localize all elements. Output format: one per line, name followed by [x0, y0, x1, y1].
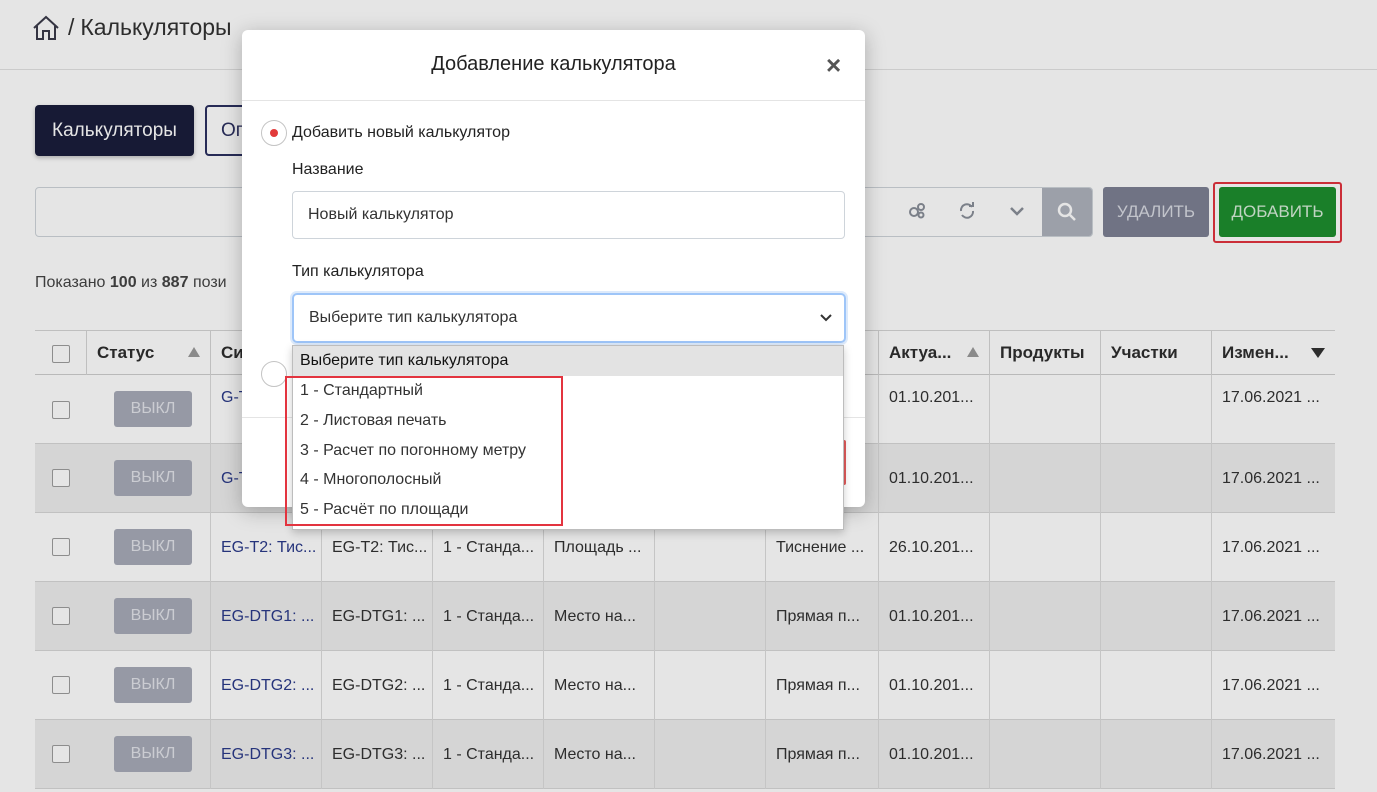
chevron-down-icon [820, 314, 832, 322]
radio-selected-dot [270, 129, 278, 137]
name-input[interactable]: Новый калькулятор [292, 191, 845, 239]
radio-add-new[interactable] [261, 120, 287, 146]
dropdown-option[interactable]: Выберите тип калькулятора [293, 346, 843, 376]
radio-copy-existing[interactable] [261, 361, 287, 387]
radio-add-new-label[interactable]: Добавить новый калькулятор [292, 124, 510, 142]
modal-title: Добавление калькулятора [431, 53, 676, 75]
type-field-label: Тип калькулятора [292, 263, 424, 280]
name-field-label: Название [292, 161, 364, 178]
options-highlight-box [285, 376, 563, 526]
select-value: Выберите тип калькулятора [309, 309, 518, 326]
modal-header: Добавление калькулятора × [242, 30, 865, 101]
calculator-type-select[interactable]: Выберите тип калькулятора [292, 293, 846, 343]
close-icon[interactable]: × [826, 52, 841, 78]
